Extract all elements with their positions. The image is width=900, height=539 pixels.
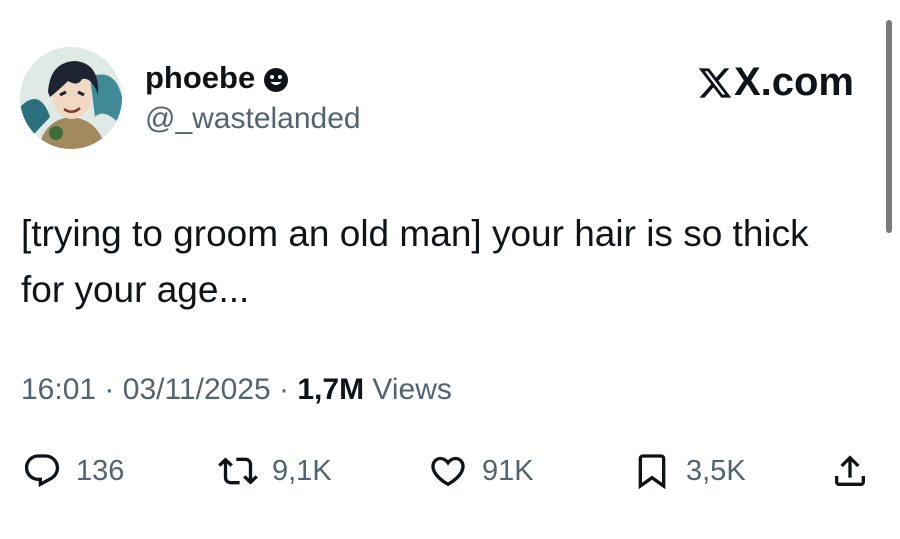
action-bar: 136 9,1K 91K 3,5K [0, 446, 900, 496]
brand-label: X.com [733, 60, 854, 104]
reply-icon [22, 451, 62, 491]
bookmark-button[interactable]: 3,5K [632, 446, 746, 496]
smiley-icon [263, 67, 289, 93]
meta-separator: · [104, 373, 115, 406]
tweet-text-line-2: for your age... [21, 269, 250, 310]
reply-count: 136 [76, 454, 125, 487]
tweet-text-line-1: [trying to groom an old man] your hair i… [21, 213, 809, 254]
repost-count: 9,1K [272, 454, 332, 487]
repost-button[interactable]: 9,1K [218, 446, 332, 496]
share-button[interactable] [830, 446, 870, 496]
bookmark-icon [632, 451, 672, 491]
views-count[interactable]: 1,7M [297, 373, 364, 406]
x-logo-icon [697, 64, 733, 100]
reply-button[interactable]: 136 [22, 446, 124, 496]
bookmark-count: 3,5K [686, 454, 746, 487]
like-button[interactable]: 91K [428, 446, 534, 496]
scrollbar[interactable] [886, 20, 892, 233]
tweet-text: [trying to groom an old man] your hair i… [21, 206, 881, 318]
views-label[interactable]: Views [372, 373, 451, 406]
like-count: 91K [482, 454, 534, 487]
tweet-meta: 16:01 · 03/11/2025 · 1,7M Views [21, 368, 452, 412]
heart-icon [428, 451, 468, 491]
tweet-date[interactable]: 03/11/2025 [123, 373, 271, 406]
avatar[interactable] [20, 47, 122, 149]
meta-separator: · [279, 373, 290, 406]
display-name-row[interactable]: phoebe [145, 58, 289, 98]
repost-icon [218, 451, 258, 491]
share-icon [830, 451, 870, 491]
brand-logo: X.com [697, 58, 854, 106]
tweet-time[interactable]: 16:01 [21, 373, 96, 406]
display-name[interactable]: phoebe [145, 58, 255, 98]
user-handle[interactable]: @_wastelanded [145, 99, 361, 139]
